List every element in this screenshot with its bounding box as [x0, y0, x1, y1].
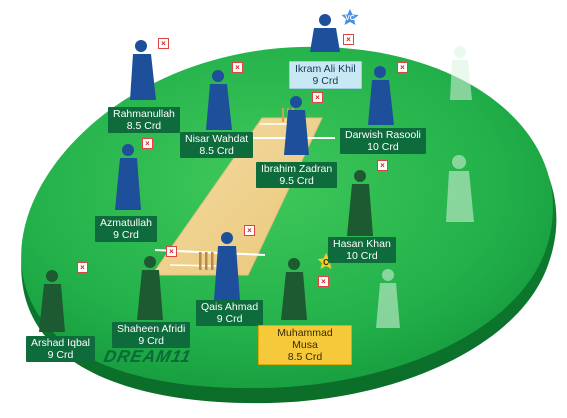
remove-player-icon[interactable]: × — [244, 225, 255, 236]
remove-player-icon[interactable]: × — [232, 62, 243, 73]
player-tag[interactable]: Arshad Iqbal 9 Crd — [26, 336, 95, 362]
player-tag-captain[interactable]: Muhammad Musa 8.5 Crd — [258, 325, 352, 365]
remove-player-icon[interactable]: × — [397, 62, 408, 73]
player-tag[interactable]: Shaheen Afridi 9 Crd — [112, 322, 191, 348]
remove-player-icon[interactable]: × — [166, 246, 177, 257]
remove-player-icon[interactable]: × — [377, 160, 388, 171]
player-tag[interactable]: Azmatullah 9 Crd — [95, 216, 157, 242]
player-tag[interactable]: Nisar Wahdat 8.5 Crd — [180, 132, 254, 158]
remove-player-icon[interactable]: × — [343, 34, 354, 45]
player-tag[interactable]: Qais Ahmad 9 Crd — [196, 300, 264, 326]
remove-player-icon[interactable]: × — [158, 38, 169, 49]
remove-player-icon[interactable]: × — [312, 92, 323, 103]
stumps-bottom — [199, 252, 214, 270]
player-tag[interactable]: Hasan Khan 10 Crd — [328, 237, 396, 263]
player-tag[interactable]: Rahmanullah 8.5 Crd — [108, 107, 180, 133]
remove-player-icon[interactable]: × — [77, 262, 88, 273]
vice-captain-badge: VC — [341, 9, 359, 26]
remove-player-icon[interactable]: × — [142, 138, 153, 149]
remove-player-icon[interactable]: × — [318, 276, 329, 287]
dream11-logo: DREAM11 — [102, 347, 194, 366]
player-tag[interactable]: Darwish Rasooli 10 Crd — [340, 128, 426, 154]
player-tag[interactable]: Ikram Ali Khil 9 Crd — [289, 61, 362, 89]
player-tag[interactable]: Ibrahim Zadran 9.5 Crd — [256, 162, 338, 188]
